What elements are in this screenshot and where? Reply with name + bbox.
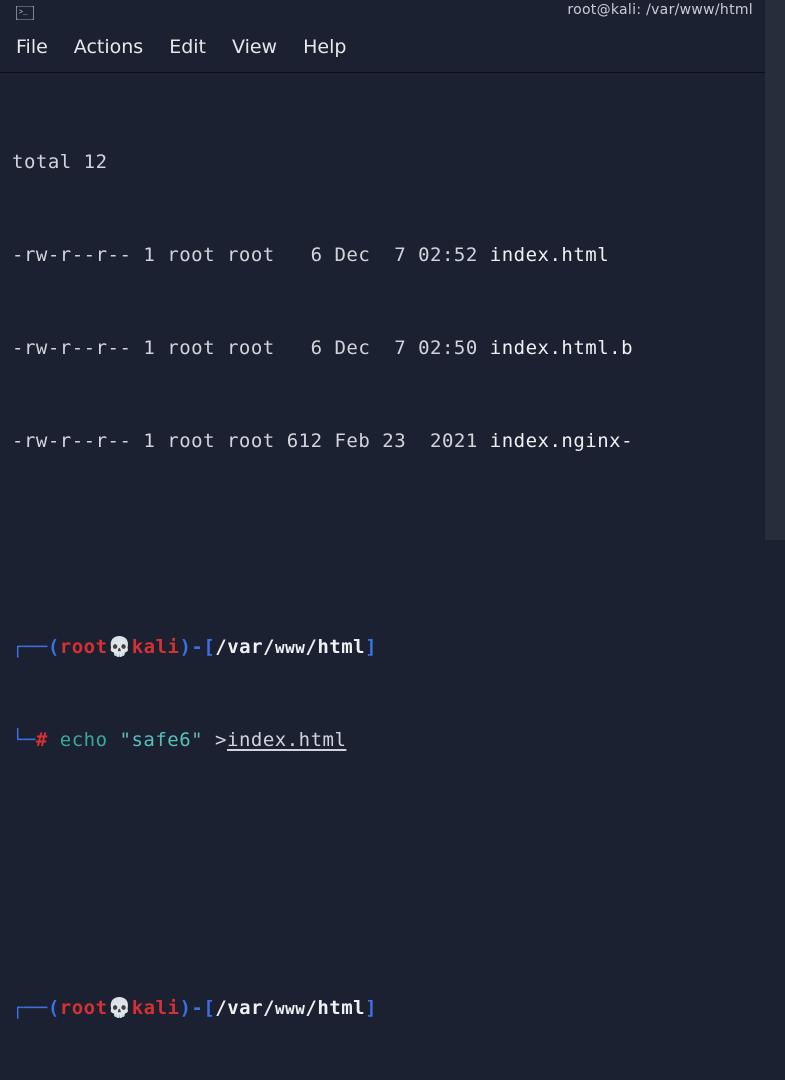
menu-edit[interactable]: Edit (169, 36, 206, 58)
window-titlebar: >_ root@kali: /var/www/html (0, 0, 765, 26)
menu-help[interactable]: Help (303, 36, 346, 58)
prompt-line-bottom: └─# echo "safe6" >index.html (12, 725, 753, 756)
prompt-block: ┌──(root💀kali)-[/var/www/html] └─# echo … (12, 570, 753, 818)
prompt-line-top: ┌──(root💀kali)-[/var/www/html] (12, 993, 753, 1024)
svg-text:>_: >_ (19, 9, 28, 17)
skull-icon: 💀 (108, 636, 132, 658)
prompt-line-top: ┌──(root💀kali)-[/var/www/html] (12, 632, 753, 663)
ls-filename: index.html.b (490, 337, 633, 359)
scrollbar-gutter[interactable] (765, 0, 785, 540)
menu-actions[interactable]: Actions (74, 36, 143, 58)
ls-row: -rw-r--r-- 1 root root 6 Dec 7 02:50 ind… (12, 333, 753, 364)
ls-filename: index.html (490, 244, 609, 266)
menu-file[interactable]: File (16, 36, 48, 58)
skull-icon: 💀 (108, 997, 132, 1019)
prompt-block: ┌──(root💀kali)-[/var/www/html] └─# curl … (12, 931, 753, 1080)
app-icon: >_ (16, 6, 34, 20)
ls-row: -rw-r--r-- 1 root root 6 Dec 7 02:52 ind… (12, 240, 753, 271)
window-title: root@kali: /var/www/html (567, 2, 753, 18)
menu-view[interactable]: View (232, 36, 277, 58)
ls-total-line: total 12 (12, 147, 753, 178)
redirect-target: index.html (227, 729, 346, 751)
cmd-echo: echo (60, 729, 108, 751)
ls-row: -rw-r--r-- 1 root root 612 Feb 23 2021 i… (12, 426, 753, 457)
ls-filename: index.nginx- (490, 430, 633, 452)
menu-bar: File Actions Edit View Help (0, 26, 765, 73)
terminal-output[interactable]: total 12 -rw-r--r-- 1 root root 6 Dec 7 … (0, 73, 765, 1080)
